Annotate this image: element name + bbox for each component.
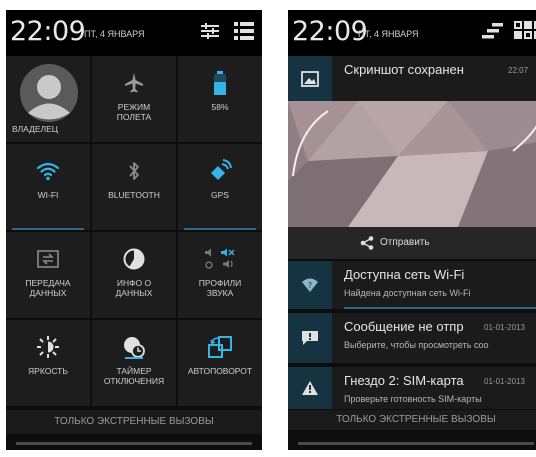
quick-settings-toggle-icon[interactable]	[514, 20, 536, 42]
tile-active-indicator	[184, 228, 256, 230]
notification-divider	[344, 307, 536, 309]
wifi-icon	[36, 162, 60, 181]
date: ПТ, 4 ЯНВАРЯ	[358, 29, 419, 39]
notification-subtitle: Найдена доступная сеть Wi-Fi	[344, 288, 471, 298]
tile-label: ВЛАДЕЛЕЦ	[12, 124, 59, 134]
clear-all-icon[interactable]	[480, 20, 504, 42]
drag-handle[interactable]	[298, 442, 534, 445]
tile-owner[interactable]: ВЛАДЕЛЕЦ	[6, 56, 90, 142]
bluetooth-icon	[129, 162, 139, 180]
gps-icon	[211, 159, 232, 180]
status-header: 22:09 ПТ, 4 ЯНВАРЯ	[6, 10, 262, 56]
tile-battery: 58%	[178, 56, 262, 142]
tile-data-info[interactable]: ИНФО О ДАННЫХ	[92, 232, 176, 318]
tile-label: ПЕРЕДАЧА ДАННЫХ	[25, 278, 71, 298]
clock: 22:09	[292, 16, 368, 47]
notification-icon-bg	[288, 56, 332, 101]
notification-title: Доступна сеть Wi-Fi	[344, 267, 465, 282]
svg-text:?: ?	[308, 281, 312, 290]
tile-label: ТАЙМЕР ОТКЛЮЧЕНИЯ	[103, 366, 165, 386]
drag-handle[interactable]	[16, 442, 252, 445]
clock: 22:09	[10, 16, 86, 47]
notification-icon-bg: ?	[288, 261, 332, 309]
image-icon	[301, 70, 319, 87]
emergency-calls-only: ТОЛЬКО ЭКСТРЕННЫЕ ВЫЗОВЫ	[288, 410, 536, 430]
notification-subtitle: Проверьте готовность SIM-карты	[344, 394, 482, 404]
notification-sim-card[interactable]: Гнездо 2: SIM-карта 01-01-2013 Проверьте…	[288, 367, 536, 409]
notification-message-failed[interactable]: Сообщение не отпр 01-01-2013 Выберите, ч…	[288, 313, 536, 363]
battery-icon	[214, 71, 226, 95]
wifi-question-icon: ?	[302, 278, 318, 292]
tile-label: ЯРКОСТЬ	[28, 366, 68, 376]
airplane-icon	[125, 73, 143, 93]
notifications-panel: 22:09 ПТ, 4 ЯНВАРЯ Скриншот сохранен 22:…	[288, 10, 536, 450]
tile-label: GPS	[211, 190, 229, 200]
avatar-icon	[20, 64, 78, 122]
notification-title: Гнездо 2: SIM-карта	[344, 373, 464, 388]
sound-profiles-icon	[205, 248, 235, 269]
notification-wifi-available[interactable]: ? Доступна сеть Wi-Fi Найдена доступная …	[288, 261, 536, 309]
notification-icon-bg	[288, 367, 332, 409]
settings-sliders-icon[interactable]	[199, 20, 221, 42]
tile-label: АВТОПОВОРОТ	[187, 366, 253, 376]
date: ПТ, 4 ЯНВАРЯ	[84, 29, 145, 39]
notifications-list-icon[interactable]	[233, 20, 255, 42]
auto-rotate-icon	[208, 336, 232, 358]
tile-brightness[interactable]: ЯРКОСТЬ	[6, 320, 90, 406]
notification-screenshot[interactable]: Скриншот сохранен 22:07	[288, 56, 536, 101]
status-header: 22:09 ПТ, 4 ЯНВАРЯ	[288, 10, 536, 56]
tile-auto-rotate[interactable]: АВТОПОВОРОТ	[178, 320, 262, 406]
tile-data[interactable]: ПЕРЕДАЧА ДАННЫХ	[6, 232, 90, 318]
tile-airplane[interactable]: РЕЖИМ ПОЛЕТА	[92, 56, 176, 142]
tile-label: BLUETOOTH	[108, 190, 160, 200]
warning-icon	[302, 381, 318, 395]
data-usage-icon	[123, 248, 145, 270]
emergency-calls-only: ТОЛЬКО ЭКСТРЕННЫЕ ВЫЗОВЫ	[6, 410, 262, 434]
notification-title: Скриншот сохранен	[344, 62, 464, 77]
timer-icon	[124, 337, 145, 359]
notification-time: 01-01-2013	[484, 377, 525, 386]
share-action[interactable]: Отправить	[288, 227, 536, 259]
tile-sound-profiles[interactable]: ПРОФИЛИ ЗВУКА	[178, 232, 262, 318]
data-transfer-icon	[37, 250, 59, 268]
tile-label: РЕЖИМ ПОЛЕТА	[116, 102, 152, 122]
tile-label: ИНФО О ДАННЫХ	[115, 278, 153, 298]
quick-settings-grid: ВЛАДЕЛЕЦ РЕЖИМ ПОЛЕТА 58% WI-FI BLUETOOT…	[6, 56, 262, 406]
share-label: Отправить	[380, 237, 430, 248]
tile-bluetooth[interactable]: BLUETOOTH	[92, 144, 176, 230]
notification-subtitle: Выберите, чтобы просмотреть соо	[344, 340, 489, 350]
notification-icon-bg	[288, 313, 332, 363]
tile-wifi[interactable]: WI-FI	[6, 144, 90, 230]
tile-label: WI-FI	[37, 190, 59, 200]
message-alert-icon	[302, 331, 318, 345]
notification-time: 01-01-2013	[484, 323, 525, 332]
brightness-icon	[37, 336, 59, 358]
tile-active-indicator	[12, 228, 84, 230]
notification-time: 22:07	[508, 66, 529, 75]
tile-label: ПРОФИЛИ ЗВУКА	[198, 278, 242, 298]
battery-percent: 58%	[211, 102, 229, 112]
quick-settings-panel: 22:09 ПТ, 4 ЯНВАРЯ ВЛАДЕЛЕЦ РЕЖИМ ПОЛЕТА…	[6, 10, 262, 450]
screenshot-preview[interactable]	[288, 101, 536, 227]
tile-gps[interactable]: GPS	[178, 144, 262, 230]
share-icon	[360, 236, 374, 250]
notification-title: Сообщение не отпр	[344, 319, 464, 334]
screenshot-preview-image	[288, 101, 536, 227]
tile-sleep-timer[interactable]: ТАЙМЕР ОТКЛЮЧЕНИЯ	[92, 320, 176, 406]
